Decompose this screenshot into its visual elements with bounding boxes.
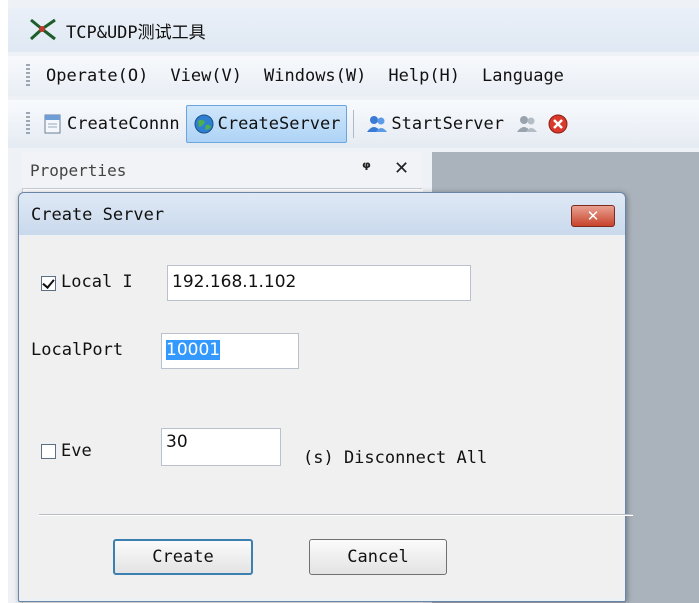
delete-icon bbox=[547, 113, 569, 135]
create-connection-label: CreateConnn bbox=[67, 114, 180, 134]
menu-bar: Operate(O) View(V) Windows(W) Help(H) La… bbox=[8, 56, 699, 96]
users-icon bbox=[366, 113, 388, 135]
dialog-close-button[interactable]: ✕ bbox=[571, 205, 615, 227]
create-button[interactable]: Create bbox=[113, 539, 253, 575]
title-bar: TCP&UDP测试工具 bbox=[8, 8, 699, 52]
app-title: TCP&UDP测试工具 bbox=[66, 22, 206, 43]
properties-panel-header: Properties ᵠ ✕ bbox=[22, 152, 422, 189]
every-label: Eve bbox=[61, 441, 92, 461]
pin-icon[interactable]: ᵠ bbox=[362, 158, 371, 179]
stop-server-button[interactable] bbox=[510, 106, 547, 142]
menu-help[interactable]: Help(H) bbox=[388, 66, 460, 86]
cancel-button[interactable]: Cancel bbox=[309, 539, 447, 575]
menu-view[interactable]: View(V) bbox=[170, 66, 242, 86]
local-ip-input[interactable]: 192.168.1.102 bbox=[167, 265, 471, 301]
menu-grip[interactable] bbox=[26, 64, 30, 88]
create-connection-button[interactable]: CreateConnn bbox=[36, 106, 186, 142]
toolbar-grip[interactable] bbox=[26, 112, 30, 136]
local-port-input[interactable]: 10001 bbox=[161, 333, 299, 369]
dialog-title-bar[interactable]: Create Server ✕ bbox=[19, 193, 625, 235]
menu-windows[interactable]: Windows(W) bbox=[264, 66, 366, 86]
every-checkbox[interactable] bbox=[41, 444, 56, 459]
disconnect-all-label: (s) Disconnect All bbox=[303, 448, 488, 468]
close-icon[interactable]: ✕ bbox=[394, 158, 409, 179]
toolbar-separator bbox=[353, 110, 355, 138]
interval-input[interactable]: 30 bbox=[161, 428, 281, 466]
local-ip-label: Local I bbox=[61, 272, 133, 292]
delete-button[interactable] bbox=[547, 106, 572, 142]
close-icon: ✕ bbox=[586, 207, 600, 225]
local-port-value: 10001 bbox=[166, 340, 221, 360]
create-server-button[interactable]: CreateServer bbox=[185, 105, 348, 143]
create-server-dialog: Create Server ✕ Local I 192.168.1.102 Lo… bbox=[18, 192, 633, 602]
local-ip-checkbox[interactable] bbox=[41, 276, 56, 291]
menu-operate[interactable]: Operate(O) bbox=[46, 66, 148, 86]
globe-icon bbox=[193, 113, 215, 135]
start-server-button[interactable]: StartServer bbox=[360, 106, 510, 142]
menu-language[interactable]: Language bbox=[482, 66, 564, 86]
start-server-label: StartServer bbox=[391, 114, 505, 134]
toolbar: CreateConnn CreateServer StartServer bbox=[8, 100, 699, 148]
create-server-label: CreateServer bbox=[217, 114, 341, 134]
local-port-label: LocalPort bbox=[31, 340, 124, 360]
users-gray-icon bbox=[516, 113, 538, 135]
dialog-divider-highlight bbox=[39, 515, 633, 516]
dialog-title: Create Server bbox=[31, 205, 165, 225]
document-icon bbox=[42, 113, 64, 135]
app-logo-icon bbox=[28, 17, 58, 43]
properties-title: Properties bbox=[30, 160, 127, 180]
